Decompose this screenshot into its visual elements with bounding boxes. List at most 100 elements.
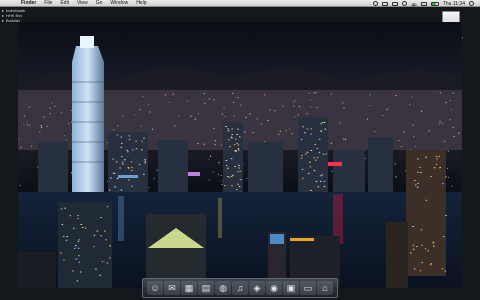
- building-window-light: [235, 138, 237, 140]
- building-window-light: [122, 163, 124, 165]
- city-light: [394, 163, 396, 165]
- sync-icon[interactable]: [381, 1, 388, 6]
- menu-file[interactable]: File: [44, 0, 52, 6]
- building-window-light: [128, 139, 131, 140]
- city-light: [295, 100, 297, 102]
- building-window-light: [69, 215, 72, 217]
- clock-status-icon[interactable]: [401, 1, 407, 6]
- building-window-light: [236, 171, 239, 173]
- menubar-clock[interactable]: Thu 11:34: [443, 1, 465, 7]
- city-light: [223, 106, 225, 108]
- window-icon[interactable]: ▭: [300, 281, 316, 295]
- city-light: [40, 125, 42, 127]
- building-window-light: [417, 171, 419, 173]
- city-light: [68, 123, 70, 125]
- time-machine-icon[interactable]: [372, 1, 378, 6]
- menu-window[interactable]: Window: [110, 0, 128, 6]
- city-light: [369, 94, 371, 96]
- city-light: [260, 123, 263, 125]
- city-light: [203, 143, 205, 145]
- building-window-light: [238, 186, 241, 188]
- building-window-light: [306, 128, 309, 130]
- building-window-light: [433, 245, 435, 247]
- building-window-light: [63, 259, 65, 261]
- city-light: [208, 179, 210, 181]
- building-window-light: [99, 274, 101, 276]
- building-window-light: [113, 172, 115, 174]
- battery-icon[interactable]: [430, 1, 439, 6]
- building-window-light: [121, 142, 123, 144]
- building-window-light: [313, 170, 316, 172]
- building-window-light: [106, 206, 109, 208]
- finder-icon[interactable]: ☺: [147, 281, 163, 295]
- building-window-light: [230, 136, 232, 138]
- display-icon[interactable]: [391, 1, 398, 6]
- city-light: [293, 101, 295, 103]
- building-window-light: [227, 176, 229, 178]
- city-light: [194, 117, 196, 119]
- building-window-light: [238, 164, 240, 166]
- city-light: [26, 121, 28, 123]
- city-light: [172, 93, 174, 95]
- city-light: [449, 99, 451, 101]
- building-window-light: [412, 226, 414, 227]
- building-window-light: [238, 167, 240, 169]
- building-window-light: [135, 140, 137, 142]
- city-light: [458, 132, 460, 134]
- volume-icon[interactable]: [420, 1, 427, 6]
- building-window-light: [320, 123, 322, 125]
- building-window-light: [323, 180, 326, 182]
- building-window-light: [78, 239, 80, 241]
- menu-finder[interactable]: Finder: [21, 0, 36, 6]
- city-light: [256, 118, 258, 120]
- photos-icon[interactable]: ▦: [181, 281, 197, 295]
- menu-view[interactable]: View: [77, 0, 88, 6]
- building-window-light: [237, 148, 240, 150]
- building-window-light: [120, 136, 122, 138]
- wifi-icon[interactable]: [410, 1, 417, 6]
- city-light: [453, 135, 455, 137]
- city-light: [308, 92, 310, 94]
- city-light: [366, 118, 369, 120]
- menu-edit[interactable]: Edit: [60, 0, 69, 6]
- building-window-light: [226, 165, 228, 166]
- building-window-light: [234, 166, 236, 167]
- trash-icon[interactable]: ⌂: [317, 281, 333, 295]
- mail-icon[interactable]: ✉: [164, 281, 180, 295]
- city-light: [63, 135, 65, 137]
- app-icon[interactable]: ▣: [283, 281, 299, 295]
- city-light: [264, 141, 266, 142]
- city-light: [316, 107, 318, 108]
- city-light: [217, 174, 219, 176]
- spotlight-icon[interactable]: [469, 1, 474, 6]
- city-light: [174, 125, 176, 127]
- city-light: [212, 171, 214, 173]
- city-light: [269, 109, 271, 111]
- globe-icon[interactable]: ◍: [215, 281, 231, 295]
- city-light: [60, 112, 63, 114]
- terminal-icon[interactable]: ▤: [198, 281, 214, 295]
- menu-go[interactable]: Go: [96, 0, 103, 6]
- itunes-icon[interactable]: ♫: [232, 281, 248, 295]
- building-window-light: [412, 244, 415, 246]
- building-window-light: [121, 156, 123, 157]
- city-light: [106, 142, 109, 144]
- building-window-light: [144, 162, 146, 164]
- building-window-light: [441, 268, 444, 270]
- camera-icon[interactable]: ◉: [266, 281, 282, 295]
- city-light: [220, 174, 222, 176]
- building-window-light: [320, 180, 322, 182]
- city-light: [139, 109, 141, 111]
- building-window-light: [300, 139, 303, 140]
- building-window-light: [323, 186, 326, 188]
- city-light: [415, 146, 417, 147]
- building-window-light: [236, 189, 238, 190]
- menu-help[interactable]: Help: [136, 0, 146, 6]
- city-light: [444, 140, 446, 142]
- maps-icon[interactable]: ◈: [249, 281, 265, 295]
- building-window-light: [413, 268, 416, 270]
- building-window-light: [314, 144, 316, 145]
- city-light: [252, 132, 254, 133]
- city-light: [412, 124, 414, 126]
- building-window-light: [421, 244, 423, 246]
